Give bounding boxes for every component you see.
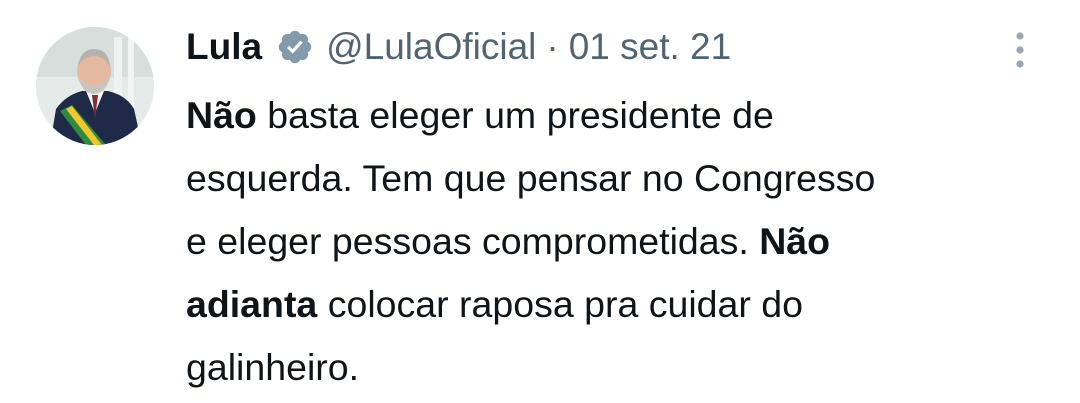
avatar[interactable]: [36, 27, 154, 145]
more-vertical-icon[interactable]: [1005, 28, 1035, 72]
tweet-text: Não basta eleger um presidente de esquer…: [186, 84, 1046, 399]
tweet-header: Lula @LulaOficial · 01 set. 21: [186, 22, 731, 72]
tweet-line-1: Não basta eleger um presidente de: [186, 84, 1046, 147]
separator-dot: ·: [546, 26, 559, 67]
display-name[interactable]: Lula: [186, 26, 262, 68]
emphasis-nao: Não: [186, 94, 257, 136]
emphasis-adianta: adianta: [186, 283, 318, 325]
emphasis-nao: Não: [759, 220, 831, 262]
text-segment: basta eleger um presidente de: [256, 94, 774, 136]
tweet-date[interactable]: 01 set. 21: [569, 26, 732, 68]
tweet-line-3: e eleger pessoas comprometidas. Não: [186, 210, 1046, 273]
avatar-photo: [36, 27, 154, 145]
tweet-line-4: adianta colocar raposa pra cuidar do: [186, 273, 1046, 336]
tweet[interactable]: Lula @LulaOficial · 01 set. 21 Não basta…: [0, 0, 1080, 403]
verified-badge-icon: [276, 28, 314, 66]
text-segment: colocar raposa pra cuidar do: [317, 283, 803, 325]
user-handle[interactable]: @LulaOficial: [326, 26, 536, 68]
tweet-line-5: galinheiro.: [186, 346, 360, 388]
tweet-line-2: esquerda. Tem que pensar no Congresso: [186, 157, 876, 199]
text-segment: e eleger pessoas comprometidas.: [186, 220, 760, 262]
